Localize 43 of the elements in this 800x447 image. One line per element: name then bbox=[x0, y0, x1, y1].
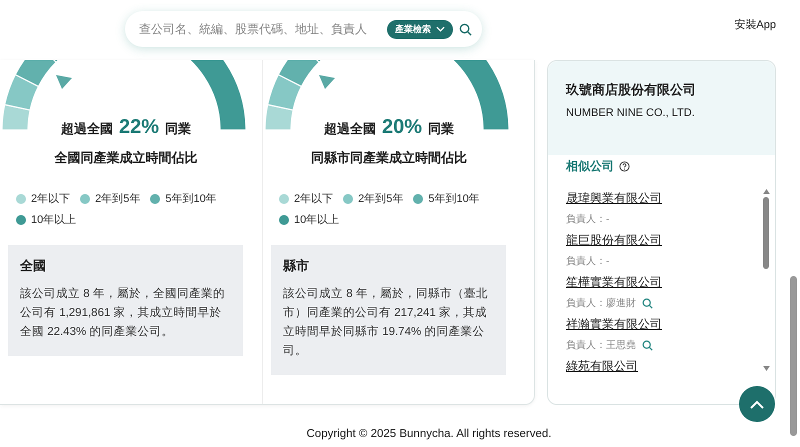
company-english-name: NUMBER NINE CO., LTD. bbox=[566, 107, 696, 119]
chart-title: 全國同產業成立時間佔比 bbox=[54, 149, 198, 167]
company-name: 玖號商店股份有限公司 bbox=[566, 81, 697, 99]
section-title: 相似公司 bbox=[566, 158, 614, 175]
panel-text: 該公司成立 8 年，屬於，全國同產業的公司有 1,291,861 家，其成立時間早於全國 22.43% 的同產業公司。 bbox=[20, 286, 226, 340]
scroll-up-arrow-icon[interactable] bbox=[762, 189, 770, 194]
scrollbar-thumb[interactable] bbox=[763, 197, 769, 269]
search-field[interactable]: 查公司名、統編、股票代碼、地址、負責人 bbox=[139, 22, 381, 36]
chart-title: 同縣市同產業成立時間佔比 bbox=[311, 149, 467, 167]
scroll-down-arrow-icon[interactable] bbox=[762, 366, 770, 371]
search-icon[interactable] bbox=[459, 22, 472, 36]
owner-text: 負責人：- bbox=[566, 212, 610, 226]
install-app-link[interactable]: 安裝App bbox=[734, 16, 776, 32]
panel-title: 全國 bbox=[20, 257, 47, 275]
company-link[interactable]: 龍巨股份有限公司 bbox=[566, 233, 662, 247]
legend-label: 2年到5年 bbox=[95, 192, 140, 206]
legend-label: 2年以下 bbox=[294, 192, 334, 206]
legend-label: 10年以上 bbox=[294, 213, 340, 227]
company-link[interactable]: 晟瑋興業有限公司 bbox=[566, 191, 662, 205]
page-scrollbar-thumb[interactable] bbox=[790, 276, 797, 436]
headline: 超過全國 20% 同業 bbox=[324, 116, 454, 139]
search-icon[interactable] bbox=[642, 298, 653, 308]
panel-title: 縣市 bbox=[283, 257, 310, 275]
legend-label: 5年到10年 bbox=[165, 192, 217, 206]
chevron-down-icon bbox=[436, 26, 445, 32]
legend-label: 2年到5年 bbox=[358, 192, 404, 206]
company-link[interactable]: 笙樺實業有限公司 bbox=[566, 275, 662, 289]
chevron-up-icon bbox=[750, 400, 764, 408]
company-link[interactable]: 祥瀚實業有限公司 bbox=[566, 317, 662, 331]
owner-text: 負責人：王思堯 bbox=[566, 338, 636, 352]
legend-label: 5年到10年 bbox=[428, 192, 480, 206]
owner-text: 負責人：- bbox=[566, 254, 610, 268]
help-icon[interactable] bbox=[619, 161, 630, 172]
search-icon[interactable] bbox=[642, 340, 653, 350]
panel-text: 該公司成立 8 年，屬於，同縣市（臺北市）同產業的公司有 217,241 家，其成立時間早於同縣市 19.74% 的同產業公司。 bbox=[283, 286, 489, 359]
legend-label: 10年以上 bbox=[31, 213, 76, 227]
company-link[interactable]: 綠苑有限公司 bbox=[566, 359, 638, 373]
headline: 超過全國 22% 同業 bbox=[60, 116, 192, 139]
industry-search-button[interactable]: 產業檢索 bbox=[387, 20, 453, 38]
scroll-to-top-button[interactable] bbox=[739, 386, 775, 422]
legend-label: 2年以下 bbox=[31, 192, 70, 206]
copyright-text: Copyright © 2025 Bunnycha. All rights reserved. bbox=[306, 428, 552, 440]
owner-text: 負責人：廖進財 bbox=[566, 296, 636, 310]
